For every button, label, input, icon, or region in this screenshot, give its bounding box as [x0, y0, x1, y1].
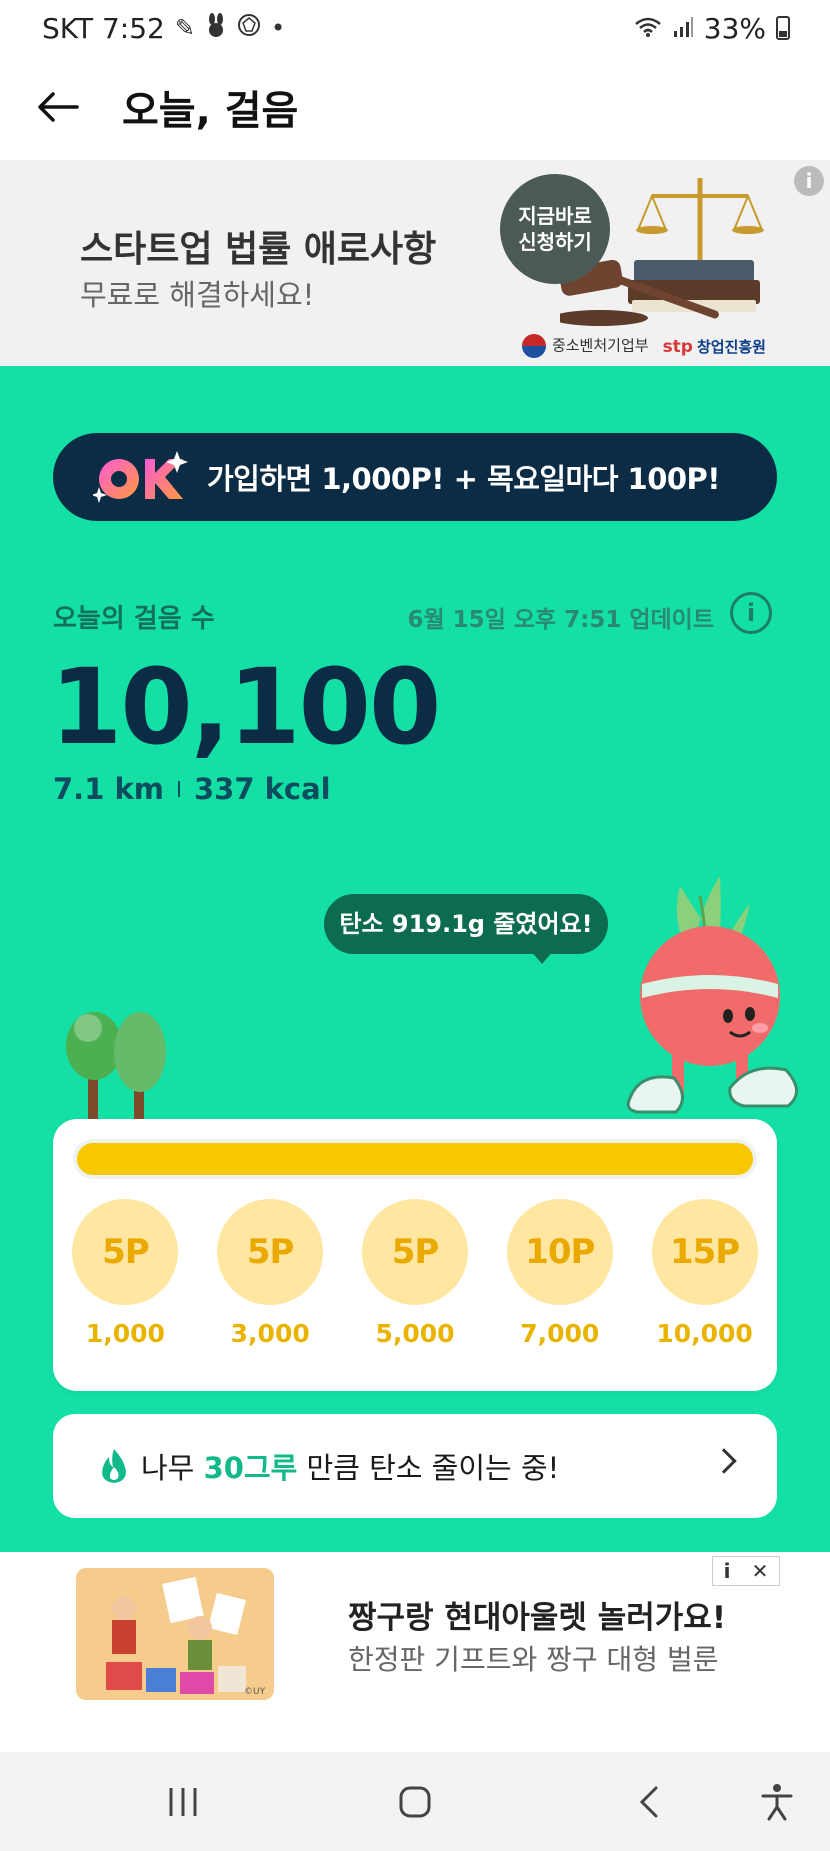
main-walk-section: 가입하면 1,000P! + 목요일마다 100P! 오늘의 걸음 수 6월 1… [0, 366, 830, 1552]
milestone-steps: 5,000 [375, 1319, 455, 1348]
dot-icon: • [270, 14, 286, 42]
back-icon [639, 1786, 658, 1818]
gem-icon [237, 13, 261, 43]
milestone-item[interactable]: 5P 3,000 [198, 1199, 343, 1348]
bottom-ad-title: 짱구랑 현대아울렛 놀러가요! [348, 1600, 726, 1636]
sponsor-2-name: 창업진흥원 [696, 337, 766, 356]
status-time: SKT 7:52 [42, 11, 165, 45]
ad-subtitle: 무료로 해결하세요! [80, 278, 315, 312]
flame-icon [102, 1449, 126, 1483]
trees-illustration [66, 1012, 166, 1134]
steps-label: 오늘의 걸음 수 [53, 604, 215, 634]
milestone-item[interactable]: 10P 7,000 [487, 1199, 632, 1348]
chevron-right-icon [711, 1448, 737, 1474]
stats-divider [177, 781, 180, 797]
stp-logo: stp [662, 336, 693, 357]
system-nav-bar [0, 1752, 830, 1851]
milestone-points[interactable]: 15P [651, 1199, 758, 1305]
accessibility-button[interactable] [752, 1782, 802, 1822]
home-icon [399, 1786, 431, 1818]
ad-sponsors: 중소벤처기업부 stp 창업진흥원 [521, 334, 766, 358]
ad-info-icon[interactable]: i [724, 1559, 731, 1583]
milestone-points[interactable]: 5P [361, 1199, 468, 1305]
status-right: 33% [634, 12, 790, 45]
milestone-points[interactable]: 10P [506, 1199, 613, 1305]
step-count: 10,100 [50, 646, 441, 768]
milestone-steps: 7,000 [520, 1319, 600, 1348]
apply-now-line-1: 지금바로 [518, 204, 592, 228]
back-button[interactable] [34, 83, 82, 131]
carbon-prefix: 나무 [141, 1451, 204, 1485]
cartoon-family-illustration: ©UY [106, 1576, 266, 1697]
sponsor-1-name: 중소벤처기업부 [551, 336, 649, 355]
sponsor-1: 중소벤처기업부 [521, 334, 649, 358]
ok-promo-banner[interactable]: 가입하면 1,000P! + 목요일마다 100P! [53, 433, 777, 521]
ad-thumbnail: ©UY [76, 1568, 274, 1700]
status-left: SKT 7:52 ✎ • [42, 12, 285, 45]
mascot-character [626, 876, 798, 1114]
wifi-icon [634, 12, 662, 45]
ad-info-icon[interactable]: i [794, 166, 824, 196]
milestone-item[interactable]: 15P 10,000 [632, 1199, 777, 1348]
rabbit-icon [205, 13, 227, 43]
step-progress-track [73, 1139, 757, 1179]
signal-icon [672, 12, 694, 45]
page-title: 오늘, 걸음 [122, 88, 299, 134]
calories: 337 kcal [193, 772, 331, 806]
app-notification-icon: ✎ [174, 14, 195, 42]
ad-close-icon[interactable]: ✕ [752, 1559, 769, 1583]
adchoices[interactable]: i ✕ [712, 1556, 780, 1586]
recent-apps-icon [169, 1788, 197, 1816]
battery-text: 33% [703, 11, 766, 45]
recent-apps-button[interactable] [158, 1782, 208, 1822]
distance: 7.1 km [53, 772, 164, 806]
ad-title: 스타트업 법률 애로사항 [80, 229, 437, 270]
apply-now-bubble[interactable]: 지금바로 신청하기 [500, 174, 610, 284]
bottom-ad-subtitle: 한정판 기프트와 짱구 대형 벌룬 [348, 1643, 719, 1676]
milestone-steps: 3,000 [230, 1319, 310, 1348]
tree-count: 30그루 [203, 1451, 298, 1485]
sponsor-2: stp 창업진흥원 [663, 336, 766, 357]
carbon-speech-bubble: 탄소 919.1g 줄였어요! [324, 894, 608, 954]
battery-icon [776, 16, 790, 40]
carbon-suffix: 만큼 탄소 줄이는 중! [297, 1451, 560, 1485]
arrow-left-icon [38, 92, 79, 122]
korea-emblem-icon [521, 334, 546, 358]
bottom-ad-banner[interactable]: ©UY 짱구랑 현대아울렛 놀러가요! 한정판 기프트와 짱구 대형 벌룬 i … [0, 1552, 830, 1752]
milestone-item[interactable]: 5P 5,000 [343, 1199, 488, 1348]
update-time: 6월 15일 오후 7:51 업데이트 [407, 607, 714, 633]
ok-logo-icon [93, 451, 188, 503]
apply-now-line-2: 신청하기 [518, 230, 592, 254]
top-ad-banner[interactable]: 스타트업 법률 애로사항 무료로 해결하세요! 지금바로 신청하기 i 중소벤처… [0, 160, 830, 366]
status-bar: SKT 7:52 ✎ • 33% [0, 0, 830, 56]
app-header: 오늘, 걸음 [0, 56, 830, 158]
milestone-points[interactable]: 5P [72, 1199, 179, 1305]
milestone-steps: 1,000 [85, 1319, 165, 1348]
reward-milestones: 5P 1,000 5P 3,000 5P 5,000 10P 7,000 15P… [53, 1199, 777, 1348]
milestone-steps: 10,000 [656, 1319, 753, 1348]
step-rewards-card: 5P 1,000 5P 3,000 5P 5,000 10P 7,000 15P… [53, 1119, 777, 1391]
milestone-item[interactable]: 5P 1,000 [53, 1199, 198, 1348]
carbon-text: 나무 30그루 만큼 탄소 줄이는 중! [141, 1445, 559, 1487]
walk-stats: 7.1 km 337 kcal [53, 772, 331, 806]
step-progress-fill [77, 1143, 753, 1175]
promo-text: 가입하면 1,000P! + 목요일마다 100P! [207, 462, 721, 496]
info-icon[interactable]: i [730, 592, 772, 634]
thumb-mark: ©UY [244, 1687, 266, 1697]
milestone-points[interactable]: 5P [217, 1199, 324, 1305]
accessibility-icon [761, 1784, 793, 1821]
carbon-reduction-row[interactable]: 나무 30그루 만큼 탄소 줄이는 중! [53, 1414, 777, 1518]
system-back-button[interactable] [624, 1782, 674, 1822]
speech-bubble-tail [530, 950, 554, 964]
home-button[interactable] [390, 1782, 440, 1822]
